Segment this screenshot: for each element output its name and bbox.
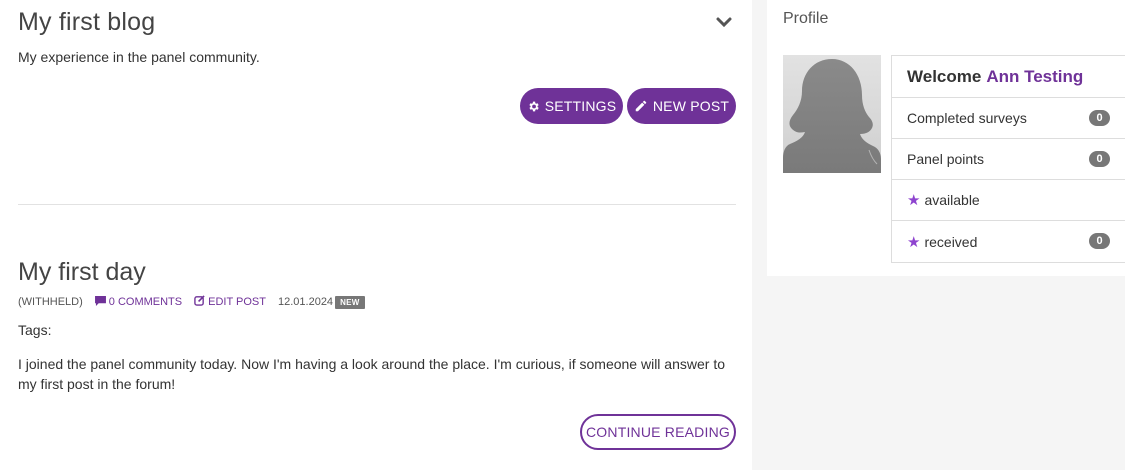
- post-title[interactable]: My first day: [18, 258, 146, 287]
- panel-points-label: Panel points: [907, 151, 985, 167]
- post-author: (WITHHELD): [18, 296, 83, 308]
- edit-icon: [194, 295, 205, 309]
- welcome-label: Welcome: [907, 66, 982, 86]
- completed-surveys-label: Completed surveys: [907, 110, 1027, 126]
- edit-post-link[interactable]: EDIT POST: [194, 295, 266, 309]
- continue-reading-button[interactable]: CONTINUE READING: [580, 414, 736, 450]
- profile-stats: Welcome Ann Testing Completed surveys 0 …: [891, 55, 1125, 263]
- avatar: [783, 55, 881, 173]
- blog-description: My experience in the panel community.: [18, 49, 260, 65]
- profile-card: Profile Welcome Ann Testing Completed su…: [767, 0, 1125, 276]
- sidebar: Profile Welcome Ann Testing Completed su…: [752, 0, 1125, 470]
- received-points-row: ★ received 0: [892, 221, 1125, 262]
- blog-title: My first blog: [18, 8, 156, 36]
- star-icon: ★: [907, 192, 921, 209]
- new-post-button[interactable]: NEW POST: [627, 88, 736, 124]
- new-badge: NEW: [335, 295, 365, 309]
- post-body: I joined the panel community today. Now …: [18, 356, 725, 392]
- received-points-label: received: [924, 233, 978, 250]
- panel-points-count: 0: [1089, 151, 1110, 167]
- page: My first blog My experience in the panel…: [0, 0, 1125, 470]
- received-points-count: 0: [1089, 233, 1110, 249]
- divider: [18, 204, 736, 205]
- profile-heading: Profile: [783, 10, 829, 27]
- comments-label: 0 COMMENTS: [108, 296, 183, 308]
- completed-surveys-count: 0: [1089, 110, 1110, 126]
- comment-icon: [94, 295, 106, 309]
- comments-link[interactable]: 0 COMMENTS: [94, 295, 183, 309]
- user-name[interactable]: Ann Testing: [986, 67, 1083, 87]
- available-points-label: available: [924, 192, 980, 208]
- settings-label: SETTINGS: [544, 98, 617, 114]
- post-meta: (WITHHELD) 0 COMMENTS EDIT POST 12.01.20…: [18, 295, 365, 309]
- available-points-row: ★ available: [892, 180, 1125, 221]
- post-date: 12.01.2024: [278, 296, 334, 308]
- welcome-row: Welcome Ann Testing: [892, 56, 1125, 98]
- settings-button[interactable]: SETTINGS: [520, 88, 623, 124]
- panel-points-row: Panel points 0: [892, 139, 1125, 180]
- chevron-down-icon[interactable]: [715, 15, 733, 29]
- blog-main: My first blog My experience in the panel…: [0, 0, 752, 470]
- completed-surveys-row: Completed surveys 0: [892, 98, 1125, 139]
- new-post-label: NEW POST: [652, 98, 730, 114]
- star-icon: ★: [907, 233, 921, 251]
- pencil-icon: [634, 99, 648, 113]
- post-tags: Tags:: [18, 322, 52, 338]
- edit-post-label: EDIT POST: [208, 296, 266, 308]
- gear-icon: [527, 100, 540, 113]
